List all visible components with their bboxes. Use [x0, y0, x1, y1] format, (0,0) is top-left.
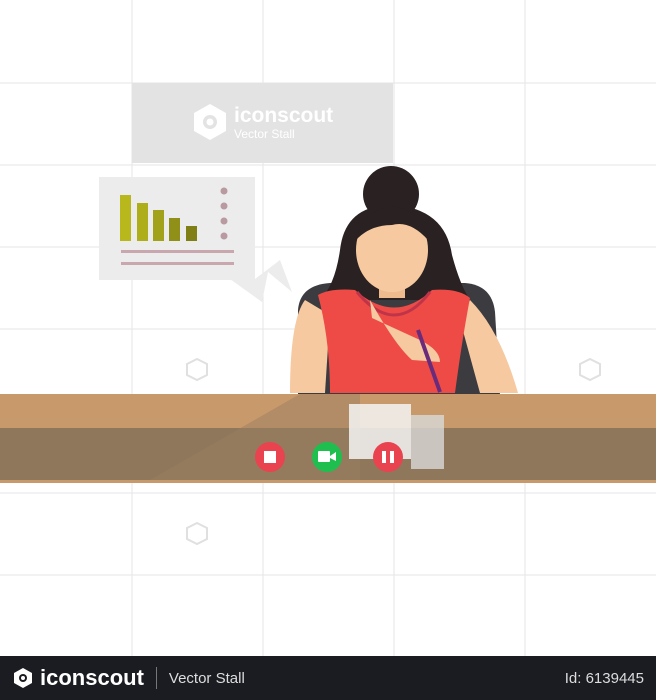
- video-button[interactable]: [312, 442, 342, 472]
- stop-icon: [264, 451, 276, 463]
- divider: [155, 667, 157, 689]
- iconscout-logo-icon: [14, 668, 32, 688]
- asset-id: Id: 6139445: [564, 669, 644, 687]
- watermark-author: Vector Stall: [234, 127, 295, 141]
- footer-author[interactable]: Vector Stall: [169, 670, 245, 687]
- watermark-text: iconscout Vector Stall: [234, 104, 333, 141]
- footer-brand-name: iconscout: [40, 665, 144, 690]
- video-call-illustration: [0, 0, 656, 656]
- pause-button[interactable]: [373, 442, 403, 472]
- footer-brand[interactable]: iconscout: [12, 665, 144, 691]
- footer-bar: iconscout Vector Stall Id: 6139445: [0, 656, 656, 700]
- stop-button[interactable]: [255, 442, 285, 472]
- watermark-brand: iconscout: [234, 104, 334, 127]
